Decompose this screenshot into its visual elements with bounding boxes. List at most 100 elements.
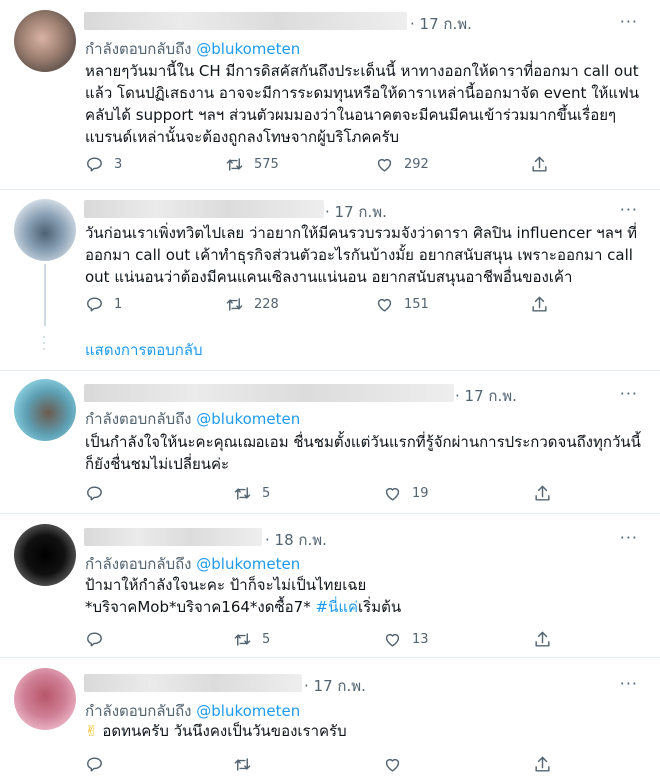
- tweet[interactable]: · 17 ก.พ. ··· กำลังตอบกลับถึง @blukomete…: [0, 0, 660, 190]
- tweet-date[interactable]: · 17 ก.พ.: [455, 384, 517, 408]
- like-icon: [385, 487, 400, 501]
- reply-count: 3: [114, 157, 123, 172]
- share-icon: [532, 156, 547, 172]
- tweet-text: ✌ อดทนครับ วันนึงคงเป็นวันของเราครับ: [85, 720, 645, 742]
- tweet-actions: [85, 755, 555, 775]
- like-button[interactable]: 19: [383, 484, 429, 503]
- retweet-icon: [234, 758, 251, 771]
- tweet-text-segment: *บริจาคMob*บริจาค164*งดซื้อ7*: [85, 598, 316, 616]
- like-icon: [377, 158, 392, 172]
- tweet[interactable]: · 17 ก.พ. ··· วันก่อนเราเพิ่งทวิตไปเลย ว…: [0, 190, 660, 370]
- like-count: 19: [412, 486, 429, 501]
- tweet-date[interactable]: · 17 ก.พ.: [410, 12, 472, 36]
- like-button[interactable]: 151: [375, 295, 429, 314]
- reply-handle[interactable]: @blukometen: [196, 702, 300, 720]
- retweet-icon: [226, 298, 243, 311]
- tweet-text-line: *บริจาคMob*บริจาค164*งดซื้อ7* #นี่แค่เริ…: [85, 596, 645, 618]
- like-count: 292: [404, 157, 429, 172]
- more-icon[interactable]: ···: [620, 528, 638, 547]
- tweet-date[interactable]: · 17 ก.พ.: [325, 200, 387, 224]
- like-button[interactable]: 292: [375, 155, 429, 174]
- tweet[interactable]: · 17 ก.พ. ··· กำลังตอบกลับถึง @blukomete…: [0, 371, 660, 513]
- replying-to: กำลังตอบกลับถึง @blukometen: [85, 37, 300, 61]
- retweet-button[interactable]: 575: [225, 155, 279, 174]
- like-button[interactable]: [383, 755, 412, 774]
- replying-to: กำลังตอบกลับถึง @blukometen: [85, 407, 300, 431]
- retweet-count: 5: [262, 632, 271, 647]
- like-icon: [385, 758, 400, 772]
- retweet-icon: [234, 633, 251, 646]
- avatar[interactable]: [14, 199, 76, 261]
- retweet-button[interactable]: 5: [233, 630, 270, 649]
- retweet-button[interactable]: [233, 755, 262, 774]
- author-name-blurred[interactable]: [84, 528, 262, 546]
- avatar[interactable]: [14, 10, 76, 72]
- reply-icon: [87, 157, 102, 172]
- show-replies-link[interactable]: แสดงการตอบกลับ: [85, 338, 203, 362]
- reply-count: 1: [114, 297, 123, 312]
- reply-handle[interactable]: @blukometen: [196, 410, 300, 428]
- share-button[interactable]: [533, 484, 562, 503]
- tweet-text-line: ป้ามาให้กำลังใจนะคะ ป้าก็จะไม่เป็นไทยเฉย: [85, 576, 367, 594]
- reply-icon: [87, 297, 102, 312]
- reply-icon: [87, 486, 102, 501]
- avatar[interactable]: [14, 379, 76, 441]
- author-name-blurred[interactable]: [84, 674, 302, 692]
- more-icon[interactable]: ···: [620, 384, 638, 403]
- reply-handle[interactable]: @blukometen: [196, 40, 300, 58]
- more-icon[interactable]: ···: [620, 200, 638, 219]
- retweet-button[interactable]: 5: [233, 484, 270, 503]
- share-button[interactable]: [530, 155, 559, 174]
- tweet-actions: 5 19: [85, 484, 555, 504]
- retweet-count: 575: [254, 157, 279, 172]
- reply-button[interactable]: [85, 484, 114, 503]
- victory-hand-emoji: ✌: [85, 722, 98, 740]
- hashtag-link[interactable]: #นี่แค่: [316, 598, 359, 616]
- tweet-text: หลายๆวันมานี้ใน CH มีการดิสคัสกันถึงประเ…: [85, 62, 639, 146]
- like-button[interactable]: 13: [383, 630, 429, 649]
- like-count: 13: [412, 632, 429, 647]
- thread-dots: [43, 336, 47, 354]
- retweet-button[interactable]: 228: [225, 295, 279, 314]
- tweet-actions: 1 228 151: [85, 295, 555, 315]
- like-count: 151: [404, 297, 429, 312]
- tweet-actions: 5 13: [85, 630, 555, 650]
- share-button[interactable]: [533, 630, 562, 649]
- more-icon[interactable]: ···: [620, 674, 638, 693]
- reply-prefix: กำลังตอบกลับถึง: [85, 410, 192, 428]
- tweet[interactable]: · 17 ก.พ. ··· กำลังตอบกลับถึง @blukomete…: [0, 658, 660, 783]
- share-button[interactable]: [530, 295, 559, 314]
- reply-prefix: กำลังตอบกลับถึง: [85, 702, 192, 720]
- tweet-text-segment: เริ่มต้น: [358, 598, 402, 616]
- tweet-text-segment: อดทนครับ วันนึงคงเป็นวันของเราครับ: [97, 722, 347, 740]
- retweet-count: 228: [254, 297, 279, 312]
- reply-icon: [87, 757, 102, 772]
- author-name-blurred[interactable]: [84, 12, 407, 30]
- author-name-blurred[interactable]: [84, 200, 324, 218]
- like-icon: [377, 298, 392, 312]
- share-icon: [535, 485, 550, 501]
- avatar[interactable]: [14, 524, 76, 586]
- tweet-text: เป็นกำลังใจให้นะคะคุณเฌอเอม ชื่นชมตั้งแต…: [85, 433, 641, 473]
- tweet[interactable]: · 18 ก.พ. ··· กำลังตอบกลับถึง @blukomete…: [0, 514, 660, 657]
- tweet-date[interactable]: · 17 ก.พ.: [304, 674, 366, 698]
- author-name-blurred[interactable]: [84, 384, 454, 402]
- reply-button[interactable]: 1: [85, 295, 122, 314]
- share-button[interactable]: [533, 755, 562, 774]
- reply-button[interactable]: 3: [85, 155, 122, 174]
- tweet-text: วันก่อนเราเพิ่งทวิตไปเลย ว่าอยากให้มีคนร…: [85, 224, 637, 286]
- tweet-text: ป้ามาให้กำลังใจนะคะ ป้าก็จะไม่เป็นไทยเฉย…: [85, 574, 645, 618]
- reply-handle[interactable]: @blukometen: [196, 555, 300, 573]
- like-icon: [385, 633, 400, 647]
- reply-icon: [87, 632, 102, 647]
- share-icon: [535, 756, 550, 772]
- reply-button[interactable]: [85, 755, 114, 774]
- share-icon: [535, 631, 550, 647]
- tweet-date[interactable]: · 18 ก.พ.: [265, 528, 327, 552]
- reply-prefix: กำลังตอบกลับถึง: [85, 40, 192, 58]
- reply-prefix: กำลังตอบกลับถึง: [85, 555, 192, 573]
- retweet-icon: [226, 158, 243, 171]
- avatar[interactable]: [14, 668, 76, 730]
- reply-button[interactable]: [85, 630, 114, 649]
- more-icon[interactable]: ···: [620, 12, 638, 31]
